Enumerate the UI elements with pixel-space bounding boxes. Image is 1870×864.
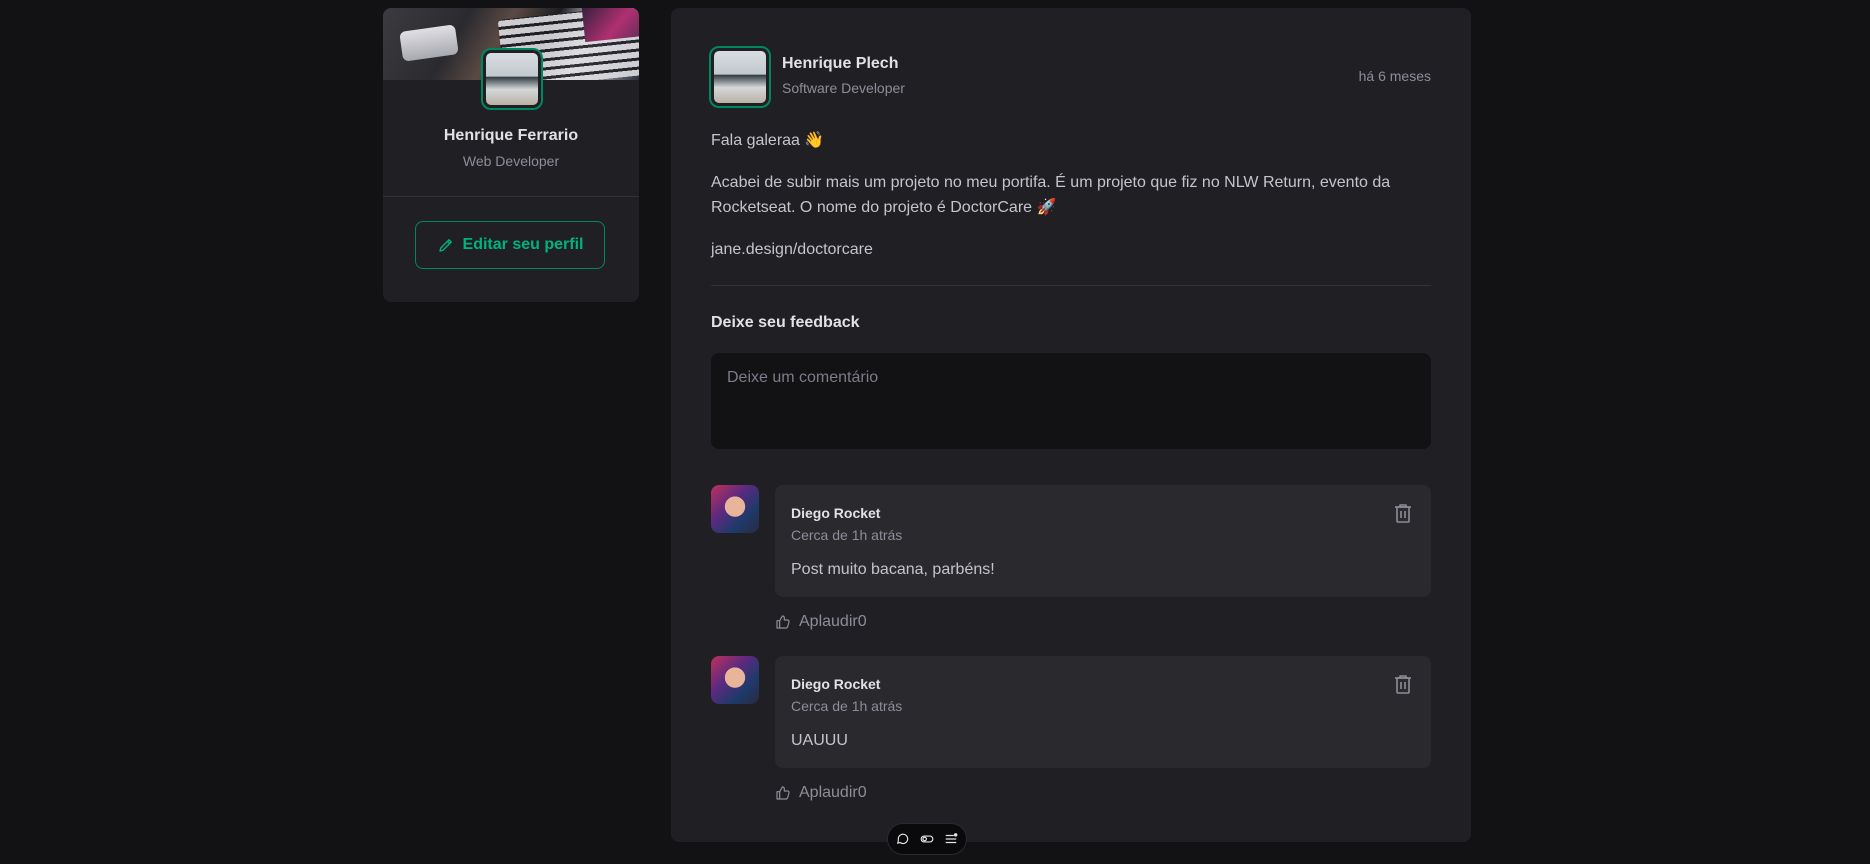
chat-icon[interactable]: [896, 832, 910, 846]
author-name: Henrique Plech: [782, 55, 899, 72]
trash-icon[interactable]: [1391, 672, 1415, 696]
post-divider: [711, 285, 1431, 286]
thumbs-up-icon: [776, 615, 790, 629]
comment-text: UAUUU: [791, 732, 848, 749]
profile-sidebar: Henrique Ferrario Web Developer Editar s…: [383, 8, 639, 302]
author-role: Software Developer: [782, 80, 905, 96]
trash-icon[interactable]: [1391, 501, 1415, 525]
thumbs-up-icon: [776, 786, 790, 800]
post-paragraph: Fala galeraa 👋: [711, 132, 825, 149]
comment-author: Diego Rocket: [791, 676, 881, 692]
comment-box: Diego Rocket Cerca de 1h atrás UAUUU: [775, 656, 1431, 768]
feedback-title: Deixe seu feedback: [711, 314, 860, 331]
post-card: Henrique Plech Software Developer há 6 m…: [671, 8, 1471, 842]
sidebar-divider: [383, 196, 639, 197]
profile-role: Web Developer: [462, 153, 560, 169]
comment-avatar[interactable]: [711, 656, 759, 704]
comment-box: Diego Rocket Cerca de 1h atrás Post muit…: [775, 485, 1431, 597]
comment-input[interactable]: [711, 353, 1431, 449]
edit-profile-button[interactable]: Editar seu perfil: [415, 221, 605, 269]
edit-profile-label: Editar seu perfil: [462, 236, 584, 253]
post-link[interactable]: jane.design/doctorcare: [711, 237, 1431, 262]
post-time: há 6 meses: [1358, 68, 1431, 84]
toggle-icon[interactable]: [920, 832, 934, 846]
applaud-button[interactable]: Aplaudir0: [775, 613, 867, 631]
applaud-button[interactable]: Aplaudir0: [775, 784, 867, 802]
comment-time: Cerca de 1h atrás: [791, 698, 903, 714]
author-avatar[interactable]: [709, 46, 771, 108]
comment-time: Cerca de 1h atrás: [791, 527, 903, 543]
profile-name: Henrique Ferrario: [443, 127, 579, 144]
comment-avatar[interactable]: [711, 485, 759, 533]
applaud-label: Aplaudir0: [799, 613, 867, 630]
profile-avatar[interactable]: [481, 48, 543, 110]
post-paragraph: Acabei de subir mais um projeto no meu p…: [711, 174, 1391, 216]
applaud-label: Aplaudir0: [799, 784, 867, 801]
floating-toolbar: [887, 823, 967, 855]
list-icon[interactable]: [944, 832, 958, 846]
post-content: Fala galeraa 👋 Acabei de subir mais um p…: [711, 128, 1431, 279]
pencil-icon: [438, 239, 452, 252]
comment-text: Post muito bacana, parbéns!: [791, 561, 995, 578]
comment-author: Diego Rocket: [791, 505, 881, 521]
